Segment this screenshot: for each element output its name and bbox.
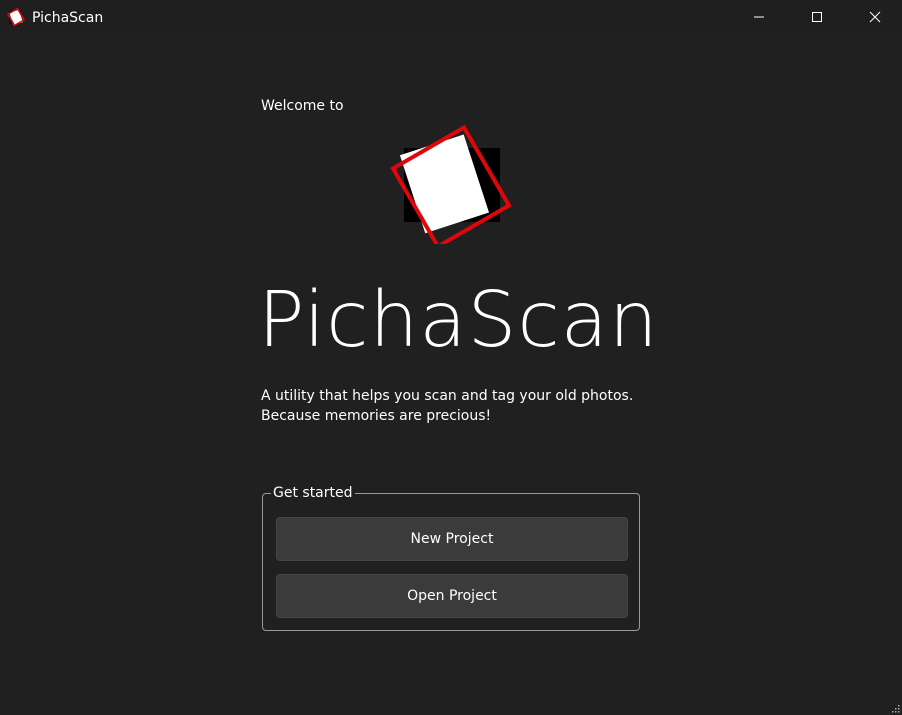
minimize-icon: [754, 16, 764, 18]
resize-grip-icon[interactable]: [892, 705, 900, 713]
main-window: PichaScan Welcome to PichaScan A utility…: [0, 0, 902, 715]
minimize-button[interactable]: [736, 0, 782, 34]
app-name-heading: PichaScan: [258, 276, 659, 365]
welcome-text: Welcome to: [261, 98, 344, 114]
window-title: PichaScan: [32, 10, 104, 26]
close-button[interactable]: [852, 0, 898, 34]
pichascan-logo: [390, 124, 512, 244]
new-project-button[interactable]: New Project: [276, 517, 628, 561]
maximize-button[interactable]: [794, 0, 840, 34]
tagline: A utility that helps you scan and tag yo…: [261, 386, 633, 426]
title-bar[interactable]: PichaScan: [0, 0, 902, 36]
tagline-line-2: Because memories are precious!: [261, 408, 492, 424]
open-project-button[interactable]: Open Project: [276, 574, 628, 618]
get-started-legend: Get started: [271, 484, 355, 502]
close-icon: [869, 11, 881, 23]
tagline-line-1: A utility that helps you scan and tag yo…: [261, 388, 634, 404]
pichascan-logo-icon: [7, 8, 25, 26]
maximize-icon: [812, 12, 822, 22]
get-started-group: Get started New Project Open Project: [262, 484, 640, 631]
